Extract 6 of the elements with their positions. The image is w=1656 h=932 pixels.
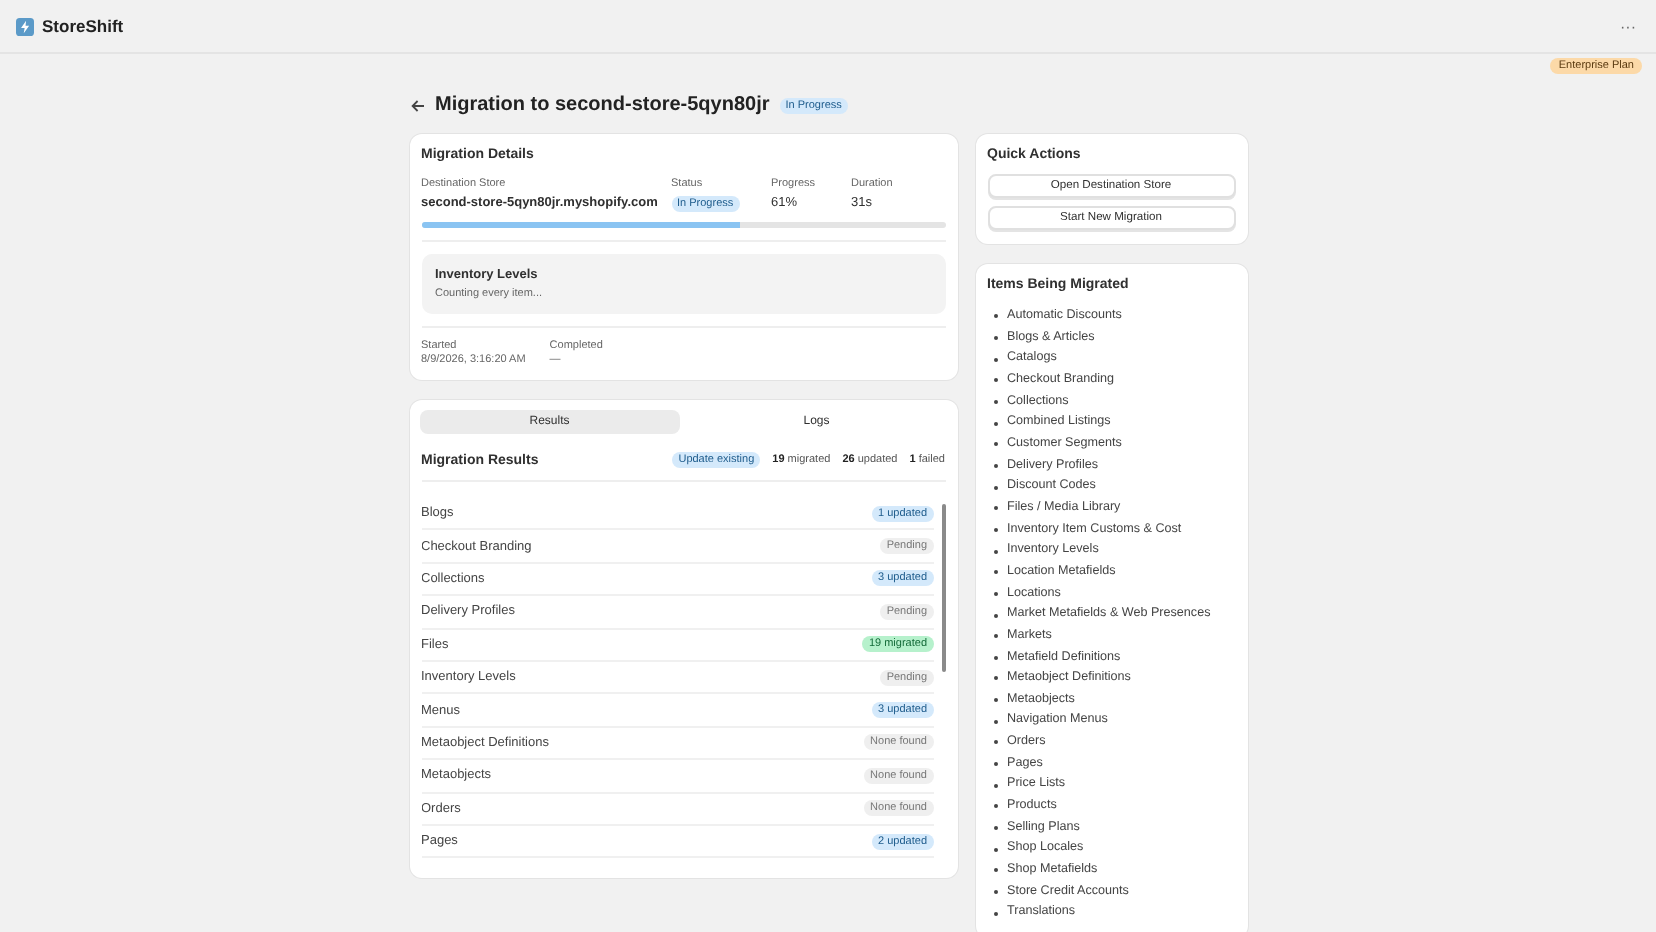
- scrollbar-thumb[interactable]: [941, 504, 945, 672]
- more-menu[interactable]: ···: [1620, 17, 1636, 35]
- bolt-logo-icon: [16, 17, 34, 35]
- page-title: Migration to second-store-5qyn80jr: [435, 94, 770, 116]
- back-arrow-icon[interactable]: [409, 97, 425, 113]
- app-name: StoreShift: [42, 16, 124, 36]
